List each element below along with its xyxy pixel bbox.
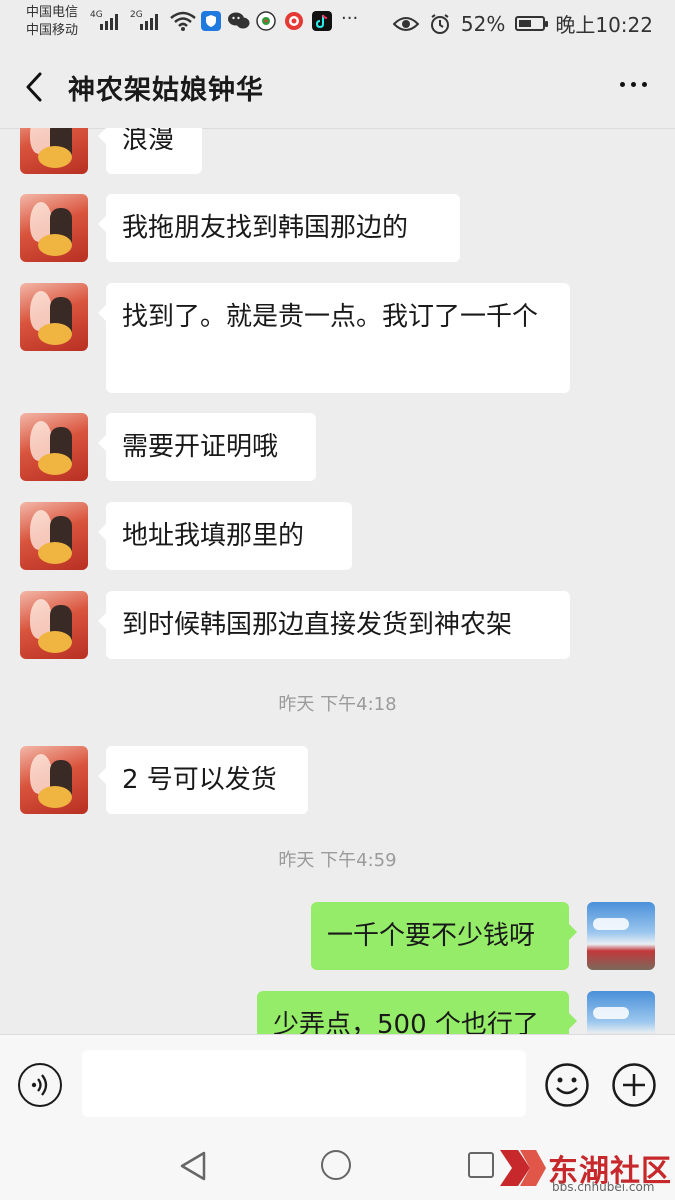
- message-bubble[interactable]: 2 号可以发货: [98, 746, 308, 814]
- nav-recent-apps-icon[interactable]: [468, 1152, 494, 1178]
- carrier-1: 中国电信: [26, 5, 79, 20]
- outgoing-message: 一千个要不少钱呀: [0, 902, 675, 970]
- more-options-icon[interactable]: [620, 82, 647, 87]
- wifi-icon: [170, 11, 196, 31]
- incoming-message: 地址我填那里的: [0, 502, 675, 570]
- message-bubble[interactable]: 少弄点，500 个也行了: [257, 991, 577, 1034]
- message-bubble[interactable]: 找到了。就是贵一点。我订了一千个: [98, 283, 570, 393]
- message-list[interactable]: 浪漫我拖朋友找到韩国那边的找到了。就是贵一点。我订了一千个需要开证明哦 地址我填那…: [0, 128, 675, 1034]
- back-arrow-icon[interactable]: [20, 70, 50, 104]
- signal-icon: [100, 12, 118, 30]
- camera-app-icon: [256, 11, 276, 31]
- chat-header: 神农架姑娘钟华: [0, 46, 675, 129]
- incoming-message: 找到了。就是贵一点。我订了一千个: [0, 283, 675, 393]
- incoming-message: 浪漫: [0, 128, 675, 174]
- my-avatar[interactable]: [587, 991, 655, 1034]
- weibo-app-icon: [284, 11, 304, 31]
- signal-icon-2: [140, 12, 158, 30]
- contact-avatar[interactable]: [20, 591, 88, 659]
- more-notifications-icon: ···: [341, 8, 359, 29]
- tiktok-app-icon: [312, 11, 332, 31]
- nav-home-icon[interactable]: [321, 1150, 351, 1180]
- watermark-url: bbs.cnhubei.com: [552, 1180, 655, 1194]
- contact-avatar[interactable]: [20, 283, 88, 351]
- contact-avatar[interactable]: [20, 413, 88, 481]
- shield-app-icon: [201, 11, 221, 31]
- contact-avatar[interactable]: [20, 128, 88, 174]
- timestamp: 昨天 下午4:18: [278, 694, 397, 715]
- incoming-message: 需要开证明哦: [0, 413, 675, 481]
- status-bar: 中国电信 中国移动 4G 2G ··· 52% 晚上10:22: [0, 0, 675, 46]
- clock: 晚上10:22: [555, 13, 653, 37]
- message-bubble[interactable]: 一千个要不少钱呀: [311, 902, 577, 970]
- contact-avatar[interactable]: [20, 502, 88, 570]
- contact-avatar[interactable]: [20, 194, 88, 262]
- message-input[interactable]: [82, 1050, 526, 1117]
- message-bubble[interactable]: 我拖朋友找到韩国那边的: [98, 194, 460, 262]
- input-bar: [0, 1034, 675, 1135]
- battery-icon: [515, 16, 549, 31]
- watermark-logo-icon: [500, 1150, 546, 1186]
- alarm-icon: [430, 13, 449, 34]
- voice-input-icon[interactable]: [18, 1063, 62, 1107]
- incoming-message: 到时候韩国那边直接发货到神农架: [0, 591, 675, 659]
- contact-avatar[interactable]: [20, 746, 88, 814]
- message-bubble[interactable]: 浪漫: [98, 128, 202, 174]
- battery-percent: 52%: [460, 11, 506, 36]
- nav-back-icon[interactable]: [178, 1150, 208, 1182]
- incoming-message: 我拖朋友找到韩国那边的: [0, 194, 675, 262]
- my-avatar[interactable]: [587, 902, 655, 970]
- watermark: 东湖社区 bbs.cnhubei.com: [492, 1140, 672, 1196]
- timestamp: 昨天 下午4:59: [278, 850, 397, 871]
- incoming-message: 2 号可以发货: [0, 746, 675, 814]
- chat-title: 神农架姑娘钟华: [68, 75, 264, 106]
- message-bubble[interactable]: 到时候韩国那边直接发货到神农架: [98, 591, 570, 659]
- message-bubble[interactable]: 地址我填那里的: [98, 502, 352, 570]
- message-bubble[interactable]: 需要开证明哦: [98, 413, 316, 481]
- wechat-app-icon: [228, 11, 250, 31]
- emoji-icon[interactable]: [544, 1062, 590, 1108]
- more-functions-icon[interactable]: [611, 1062, 657, 1108]
- carrier-2: 中国移动: [26, 23, 79, 38]
- outgoing-message: 少弄点，500 个也行了: [0, 991, 675, 1034]
- eye-comfort-icon: [392, 16, 419, 31]
- status-right: 52% 晚上10:22: [392, 9, 653, 38]
- carrier-info: 中国电信 中国移动: [26, 4, 78, 40]
